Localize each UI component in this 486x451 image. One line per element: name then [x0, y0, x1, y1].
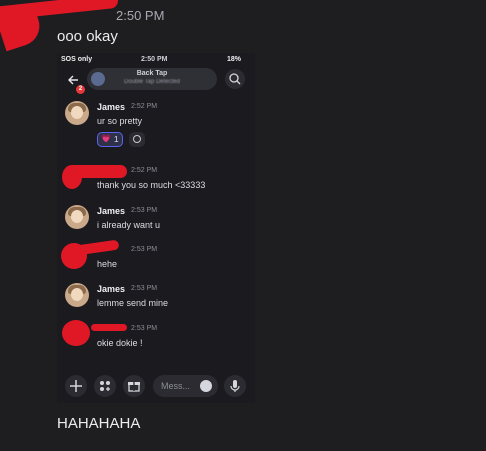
avatar[interactable]	[65, 283, 89, 307]
message-author[interactable]: James	[97, 284, 125, 294]
apps-icon	[100, 381, 110, 391]
message-timestamp: 2:52 PM	[131, 167, 158, 174]
message-timestamp: 2:53 PM	[131, 246, 158, 253]
reaction-count: 1	[114, 135, 119, 144]
emoji-icon[interactable]	[200, 380, 212, 392]
voice-message-button[interactable]	[224, 375, 246, 397]
search-icon	[229, 73, 241, 85]
plus-icon	[70, 380, 82, 392]
message-text: HAHAHAHA	[57, 415, 141, 432]
message-text: thank you so much <33333	[97, 180, 206, 190]
reaction-chip[interactable]: 💗 1	[97, 132, 123, 147]
notification-subtitle: Double Tap Detected	[124, 79, 180, 85]
search-button[interactable]	[225, 69, 245, 89]
back-tap-notification: Back Tap Double Tap Detected	[87, 68, 217, 90]
message-author[interactable]: James	[97, 206, 125, 216]
message-timestamp: 2:53 PM	[131, 285, 158, 292]
message-timestamp: 2:52 PM	[131, 103, 158, 110]
gift-icon	[128, 382, 140, 392]
message-timestamp: 2:50 PM	[116, 8, 165, 23]
add-reaction-icon	[133, 135, 141, 143]
unread-badge: 2	[76, 85, 85, 94]
status-bar-time: 2:50 PM	[141, 56, 168, 63]
message-text: okie dokie !	[97, 338, 143, 348]
message-author[interactable]: James	[97, 102, 125, 112]
message-input[interactable]: Mess...	[153, 375, 218, 397]
message-text: ooo okay	[57, 28, 118, 45]
status-bar-left: SOS only	[61, 56, 93, 63]
message-timestamp: 2:53 PM	[131, 325, 158, 332]
redaction-mark	[67, 165, 127, 178]
add-reaction-button[interactable]	[129, 132, 145, 147]
message-text: lemme send mine	[97, 298, 169, 308]
microphone-icon	[230, 380, 240, 392]
image-attachment[interactable]: SOS only 2:50 PM 18% 2 Back Tap Double T…	[57, 53, 255, 403]
message-composer: Mess...	[57, 371, 255, 399]
message-text: i already want u	[97, 220, 161, 230]
heart-emoji-icon: 💗	[101, 134, 111, 143]
conversation-topbar: 2 Back Tap Double Tap Detected	[57, 66, 255, 94]
add-attachment-button[interactable]	[65, 375, 87, 397]
message-timestamp: 2:53 PM	[131, 207, 158, 214]
redaction-mark	[91, 324, 127, 331]
message-input-placeholder: Mess...	[161, 381, 191, 391]
avatar[interactable]	[65, 205, 89, 229]
battery-level: 18%	[227, 56, 242, 63]
avatar[interactable]	[65, 101, 89, 125]
apps-button[interactable]	[94, 375, 116, 397]
redaction-mark	[68, 239, 120, 257]
message-text: hehe	[97, 259, 118, 269]
avatar[interactable]	[62, 320, 90, 346]
message-text: ur so pretty	[97, 116, 143, 126]
notification-title: Back Tap	[136, 70, 168, 77]
back-arrow-icon[interactable]	[67, 74, 79, 86]
gift-button[interactable]	[123, 375, 145, 397]
